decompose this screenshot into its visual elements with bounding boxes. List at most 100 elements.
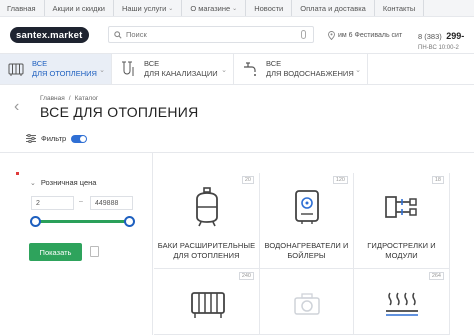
search-icon[interactable] bbox=[114, 30, 122, 39]
category-heating[interactable]: ВСЕ ДЛЯ ОТОПЛЕНИЯ ⌄ bbox=[0, 54, 112, 84]
expansion-tank-icon bbox=[196, 187, 218, 227]
back-arrow-icon[interactable]: ‹ bbox=[14, 98, 19, 116]
product-card-radiators[interactable]: 240 bbox=[154, 269, 260, 335]
nav-home[interactable]: Главная bbox=[0, 0, 45, 16]
nav-services[interactable]: Наши услуги ⌄ bbox=[114, 0, 183, 16]
category-water-supply[interactable]: ВСЕ ДЛЯ ВОДОСНАБЖЕНИЯ ⌄ bbox=[234, 54, 368, 84]
logo-text: santex.market bbox=[16, 29, 83, 41]
category-heating-line2: ДЛЯ ОТОПЛЕНИЯ bbox=[32, 69, 97, 78]
filter-toggle[interactable] bbox=[71, 134, 88, 143]
product-name: ГИДРОСТРЕЛКИ И МОДУЛИ bbox=[354, 241, 449, 261]
product-name: БАКИ РАСШИРИТЕЛЬНЫЕ ДЛЯ ОТОПЛЕНИЯ bbox=[154, 241, 259, 261]
product-card-expansion-tanks[interactable]: 20 БАКИ РАСШИРИТЕЛЬНЫЕ ДЛЯ ОТОПЛЕНИЯ bbox=[154, 173, 260, 269]
product-card-hydraulic-separators[interactable]: 18 ГИДРОСТРЕЛКИ И МОДУЛИ bbox=[354, 173, 450, 269]
nav-contacts[interactable]: Контакты bbox=[375, 0, 425, 16]
chevron-down-icon: ⌄ bbox=[355, 67, 361, 74]
filter-label: Фильтр bbox=[41, 134, 67, 143]
category-heating-label: ВСЕ ДЛЯ ОТОПЛЕНИЯ bbox=[32, 59, 97, 79]
chevron-down-icon: ⌄ bbox=[30, 179, 36, 187]
radiator-icon bbox=[8, 63, 24, 76]
radiator-icon bbox=[191, 292, 225, 318]
price-filter-label: Розничная цена bbox=[40, 178, 97, 187]
product-count-badge: 18 bbox=[431, 176, 444, 184]
nav-promotions[interactable]: Акции и скидки bbox=[45, 0, 114, 16]
chevron-down-icon: ⌄ bbox=[168, 5, 174, 12]
reset-marker-icon[interactable] bbox=[16, 172, 19, 175]
logo[interactable]: santex.market bbox=[10, 27, 89, 43]
filter-toggle-row[interactable]: Фильтр bbox=[26, 134, 88, 143]
hydraulic-separator-icon bbox=[385, 196, 417, 218]
phone-code: 8 (383) bbox=[418, 32, 442, 41]
product-card-no-image[interactable] bbox=[260, 269, 354, 335]
phone-block[interactable]: 8 (383) 299- ПН-ВС 10:00-2 bbox=[418, 26, 464, 51]
product-name-line2: БОЙЛЕРЫ bbox=[287, 251, 326, 260]
range-dash: – bbox=[79, 198, 83, 205]
price-slider-min-handle[interactable] bbox=[30, 216, 41, 227]
product-count-badge: 120 bbox=[332, 176, 348, 184]
location-pin-icon bbox=[328, 31, 335, 40]
price-filter-header[interactable]: ⌄ Розничная цена bbox=[30, 178, 96, 187]
phone-number: 299- bbox=[446, 31, 465, 41]
category-sewerage[interactable]: ВСЕ ДЛЯ КАНАЛИЗАЦИИ ⌄ bbox=[112, 54, 234, 84]
price-slider-track[interactable] bbox=[35, 220, 130, 223]
category-water-supply-label: ВСЕ ДЛЯ ВОДОСНАБЖЕНИЯ bbox=[266, 59, 354, 79]
product-name-line1: ГИДРОСТРЕЛКИ И bbox=[367, 241, 436, 250]
product-name-line1: БАКИ РАСШИРИТЕЛЬНЫЕ bbox=[157, 241, 256, 250]
store-address[interactable]: им 6 Фестиваль сит bbox=[328, 31, 402, 40]
category-water-supply-line1: ВСЕ bbox=[266, 59, 282, 68]
nav-payment-delivery[interactable]: Оплата и доставка bbox=[292, 0, 375, 16]
nav-services-label: Наши услуги bbox=[121, 3, 167, 13]
category-sewerage-label: ВСЕ ДЛЯ КАНАЛИЗАЦИИ bbox=[144, 59, 218, 79]
nav-about-label: О магазине bbox=[190, 3, 231, 13]
product-count-badge: 264 bbox=[428, 272, 444, 280]
product-card-floor-heating[interactable]: 264 bbox=[354, 269, 450, 335]
product-count-badge: 240 bbox=[238, 272, 254, 280]
address-text: им 6 Фестиваль сит bbox=[338, 32, 403, 39]
working-hours: ПН-ВС 10:00-2 bbox=[418, 45, 459, 51]
price-max-value: 449888 bbox=[95, 199, 119, 207]
microphone-icon[interactable] bbox=[301, 30, 306, 39]
category-water-supply-line2: ДЛЯ ВОДОСНАБЖЕНИЯ bbox=[266, 69, 354, 78]
category-sewerage-line2: ДЛЯ КАНАЛИЗАЦИИ bbox=[144, 69, 218, 78]
nav-about[interactable]: О магазине ⌄ bbox=[182, 0, 247, 16]
breadcrumb-home[interactable]: Главная bbox=[40, 95, 65, 102]
price-max-input[interactable]: 449888 bbox=[90, 196, 133, 210]
price-slider-max-handle[interactable] bbox=[124, 216, 135, 227]
breadcrumb: Главная / Каталог bbox=[40, 95, 98, 102]
nav-promotions-label: Акции и скидки bbox=[52, 3, 105, 13]
product-count-badge: 20 bbox=[241, 176, 254, 184]
nav-news-label: Новости bbox=[254, 3, 284, 13]
category-bar: ВСЕ ДЛЯ ОТОПЛЕНИЯ ⌄ ВСЕ ДЛЯ КАНАЛИЗАЦИИ … bbox=[0, 53, 474, 85]
product-name-line2: ДЛЯ ОТОПЛЕНИЯ bbox=[173, 251, 240, 260]
nav-news[interactable]: Новости bbox=[246, 0, 293, 16]
camera-placeholder-icon bbox=[294, 293, 320, 315]
faucet-icon bbox=[244, 62, 256, 76]
water-heater-icon bbox=[295, 190, 319, 224]
floor-heating-icon bbox=[386, 292, 418, 316]
nav-home-label: Главная bbox=[7, 3, 36, 13]
trash-icon[interactable] bbox=[90, 246, 99, 257]
product-card-water-heaters[interactable]: 120 ВОДОНАГРЕВАТЕЛИ И БОЙЛЕРЫ bbox=[260, 173, 354, 269]
filter-sliders-icon bbox=[26, 134, 36, 143]
chevron-down-icon: ⌄ bbox=[99, 67, 105, 74]
chevron-down-icon: ⌄ bbox=[232, 5, 238, 12]
product-name-line1: ВОДОНАГРЕВАТЕЛИ И bbox=[264, 241, 349, 250]
breadcrumb-separator: / bbox=[68, 95, 71, 102]
chevron-down-icon: ⌄ bbox=[221, 67, 227, 74]
price-min-input[interactable]: 2 bbox=[31, 196, 74, 210]
show-button[interactable]: Показать bbox=[29, 243, 82, 261]
product-name-line2: МОДУЛИ bbox=[385, 251, 418, 260]
price-min-value: 2 bbox=[36, 199, 40, 207]
search-input[interactable] bbox=[126, 30, 296, 39]
nav-payment-delivery-label: Оплата и доставка bbox=[300, 3, 366, 13]
header: santex.market им 6 Фестиваль сит 8 (383)… bbox=[0, 17, 474, 53]
category-heating-line1: ВСЕ bbox=[32, 59, 48, 68]
search-box[interactable] bbox=[108, 26, 314, 43]
page-title: ВСЕ ДЛЯ ОТОПЛЕНИЯ bbox=[40, 104, 199, 120]
product-name: ВОДОНАГРЕВАТЕЛИ И БОЙЛЕРЫ bbox=[260, 241, 353, 261]
breadcrumb-catalog[interactable]: Каталог bbox=[75, 95, 99, 102]
pipes-icon bbox=[122, 61, 134, 76]
nav-contacts-label: Контакты bbox=[382, 3, 416, 13]
category-sewerage-line1: ВСЕ bbox=[144, 59, 160, 68]
top-navigation: Главная Акции и скидки Наши услуги ⌄ О ма… bbox=[0, 0, 474, 17]
